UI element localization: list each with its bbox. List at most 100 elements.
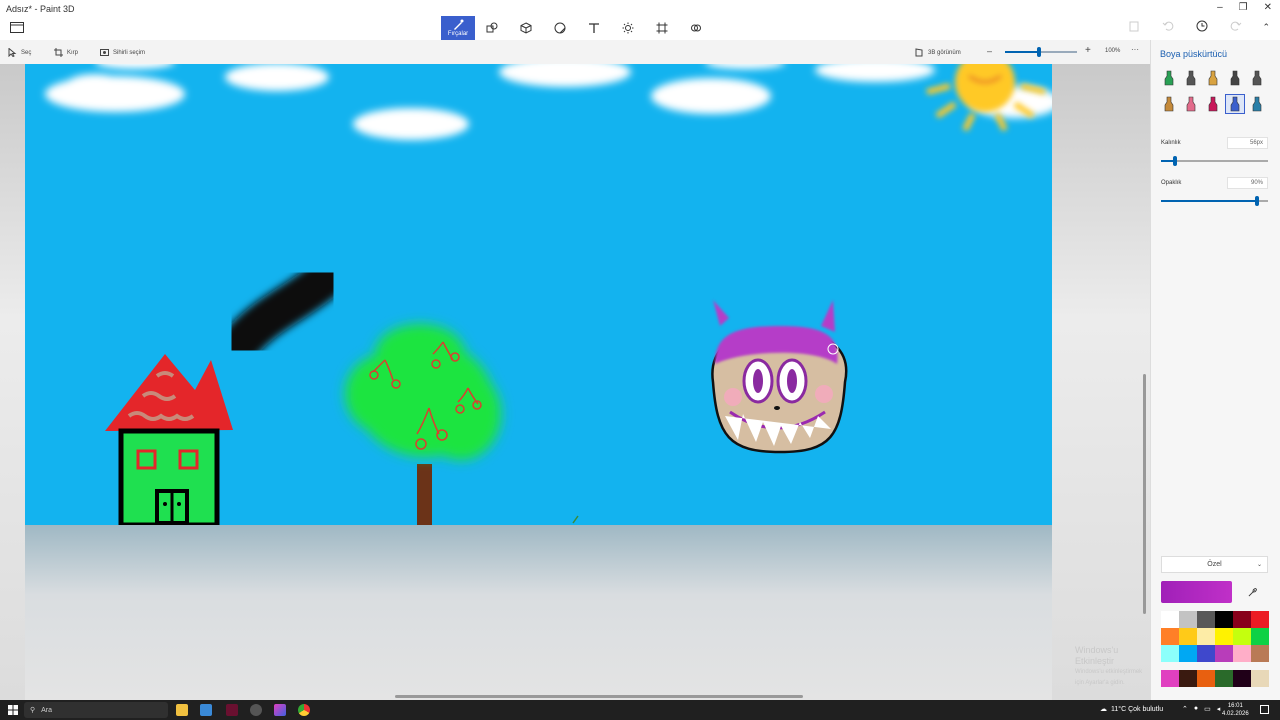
brush-oil-brush[interactable] bbox=[1203, 68, 1223, 88]
drawing-canvas[interactable] bbox=[25, 64, 1052, 525]
eyedropper-icon[interactable] bbox=[1237, 583, 1267, 601]
chimney-smoke bbox=[220, 259, 345, 364]
color-swatch[interactable] bbox=[1215, 611, 1233, 628]
history-icon[interactable] bbox=[1196, 19, 1210, 33]
restore-button[interactable]: ❐ bbox=[1239, 2, 1248, 13]
minimize-button[interactable]: – bbox=[1217, 2, 1223, 13]
view-3d-button[interactable]: 3B görünüm bbox=[915, 48, 961, 57]
tab-effects[interactable] bbox=[611, 16, 645, 40]
color-swatch[interactable] bbox=[1161, 611, 1179, 628]
mail-icon[interactable] bbox=[200, 704, 212, 716]
more-options-icon[interactable]: ··· bbox=[1131, 45, 1139, 54]
windows-start-icon[interactable] bbox=[8, 705, 18, 715]
color-swatch[interactable] bbox=[1197, 611, 1215, 628]
eraser-icon bbox=[1186, 96, 1196, 112]
redo-icon[interactable] bbox=[1230, 19, 1244, 33]
tab-3d-library[interactable] bbox=[679, 16, 713, 40]
brush-pencil[interactable] bbox=[1159, 94, 1179, 114]
brush-watercolor[interactable] bbox=[1225, 68, 1245, 88]
clock[interactable]: 16:01 4.02.2026 bbox=[1222, 702, 1249, 718]
brush-calligraphy-pen[interactable] bbox=[1181, 68, 1201, 88]
brush-panel: Boya püskürtücü Kalınlık 56px Opaklık 90… bbox=[1150, 40, 1280, 700]
chrome-icon[interactable] bbox=[298, 704, 310, 716]
color-swatch[interactable] bbox=[1197, 645, 1215, 662]
color-swatch[interactable] bbox=[1197, 628, 1215, 645]
menu-icon[interactable] bbox=[10, 22, 24, 33]
brush-pixel-pen[interactable] bbox=[1247, 68, 1267, 88]
chevron-up-icon[interactable]: ⌃ bbox=[1262, 22, 1270, 33]
system-tray: ⌃ ● ▭ ◂ bbox=[1182, 705, 1220, 713]
color-swatch[interactable] bbox=[1233, 628, 1251, 645]
opacity-slider-thumb[interactable] bbox=[1255, 196, 1260, 206]
brush-marker[interactable] bbox=[1159, 68, 1179, 88]
notification-icon[interactable] bbox=[1260, 705, 1269, 714]
color-swatch[interactable] bbox=[1215, 645, 1233, 662]
zoom-slider[interactable] bbox=[1005, 47, 1077, 57]
color-swatch[interactable] bbox=[1233, 611, 1251, 628]
opacity-input[interactable]: 90% bbox=[1227, 177, 1268, 189]
chevron-up-icon[interactable]: ⌃ bbox=[1182, 705, 1188, 713]
calligraphy-pen-icon bbox=[1186, 70, 1196, 86]
custom-color-swatch[interactable] bbox=[1179, 670, 1197, 687]
opacity-slider[interactable] bbox=[1161, 196, 1268, 206]
custom-color-swatch[interactable] bbox=[1197, 670, 1215, 687]
panel-title: Boya püskürtücü bbox=[1160, 49, 1228, 59]
horizontal-scrollbar[interactable] bbox=[395, 695, 803, 698]
tab-brushes[interactable]: Fırçalar bbox=[441, 16, 475, 40]
thickness-input[interactable]: 56px bbox=[1227, 137, 1268, 149]
vertical-scrollbar[interactable] bbox=[1143, 374, 1146, 614]
paint3d-taskbar-icon[interactable] bbox=[274, 704, 286, 716]
color-swatch[interactable] bbox=[1233, 645, 1251, 662]
paste-icon[interactable] bbox=[1128, 19, 1142, 33]
zoom-in-button[interactable]: + bbox=[1085, 45, 1091, 56]
undo-icon[interactable] bbox=[1162, 19, 1176, 33]
watermark-line1: Windows'u Etkinleştir bbox=[1075, 645, 1119, 666]
tab-brushes-label: Fırçalar bbox=[447, 30, 469, 37]
color-mode-dropdown[interactable]: Özel ⌄ bbox=[1161, 556, 1268, 573]
volume-icon[interactable]: ◂ bbox=[1217, 705, 1221, 713]
file-explorer-icon[interactable] bbox=[176, 704, 188, 716]
color-swatch[interactable] bbox=[1179, 645, 1197, 662]
taskbar-search[interactable]: ⚲ Ara bbox=[24, 702, 168, 718]
tab-canvas[interactable] bbox=[645, 16, 679, 40]
brush-spray-can[interactable] bbox=[1225, 94, 1245, 114]
clock-date: 4.02.2026 bbox=[1222, 711, 1249, 717]
zoom-slider-thumb[interactable] bbox=[1036, 47, 1041, 57]
color-swatch[interactable] bbox=[1251, 645, 1269, 662]
weather-widget[interactable]: ☁ 11°C Çok bulutlu bbox=[1100, 705, 1163, 714]
marker-icon bbox=[1164, 70, 1174, 86]
custom-color-swatch[interactable] bbox=[1215, 670, 1233, 687]
color-swatch[interactable] bbox=[1215, 628, 1233, 645]
crop-button[interactable]: Kırp bbox=[54, 48, 78, 57]
zoom-out-button[interactable]: – bbox=[987, 46, 992, 56]
color-swatch[interactable] bbox=[1179, 611, 1197, 628]
close-button[interactable]: ✕ bbox=[1264, 2, 1272, 13]
thickness-slider[interactable] bbox=[1161, 156, 1268, 166]
color-swatch[interactable] bbox=[1251, 611, 1269, 628]
network-icon[interactable]: ▭ bbox=[1204, 705, 1211, 713]
pencil-icon bbox=[1164, 96, 1174, 112]
tab-3d-shapes[interactable] bbox=[509, 16, 543, 40]
custom-color-swatch[interactable] bbox=[1233, 670, 1251, 687]
tab-text[interactable] bbox=[577, 16, 611, 40]
custom-color-swatch[interactable] bbox=[1251, 670, 1269, 687]
color-swatch[interactable] bbox=[1251, 628, 1269, 645]
paint3d-window: Adsız* - Paint 3D Fırçalar – ❐ ✕ ⌃ Seç K… bbox=[0, 0, 1280, 720]
brush-eraser[interactable] bbox=[1181, 94, 1201, 114]
current-color-swatch[interactable] bbox=[1161, 581, 1232, 603]
color-swatch[interactable] bbox=[1179, 628, 1197, 645]
color-swatch[interactable] bbox=[1161, 645, 1179, 662]
magic-select-button[interactable]: Sihirli seçim bbox=[100, 48, 145, 57]
opacity-slider-fill bbox=[1161, 200, 1258, 202]
microphone-icon[interactable]: ● bbox=[1194, 705, 1198, 713]
color-swatch[interactable] bbox=[1161, 628, 1179, 645]
custom-color-swatch[interactable] bbox=[1161, 670, 1179, 687]
app-icon[interactable] bbox=[226, 704, 238, 716]
thickness-slider-thumb[interactable] bbox=[1172, 156, 1177, 166]
select-button[interactable]: Seç bbox=[8, 48, 31, 57]
brush-crayon[interactable] bbox=[1203, 94, 1223, 114]
media-app-icon[interactable] bbox=[250, 704, 262, 716]
tab-stickers[interactable] bbox=[543, 16, 577, 40]
brush-fill[interactable] bbox=[1247, 94, 1267, 114]
tab-2d-shapes[interactable] bbox=[475, 16, 509, 40]
